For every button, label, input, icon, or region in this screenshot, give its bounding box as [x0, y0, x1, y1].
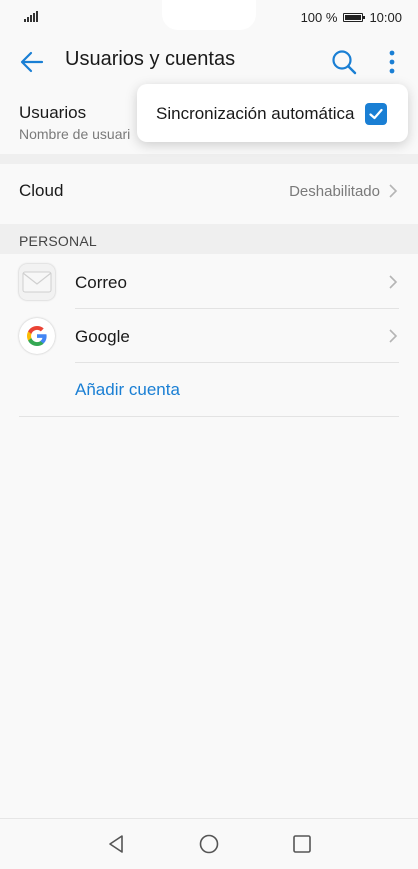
- cloud-row-value: Deshabilitado: [289, 183, 380, 200]
- overflow-popup-menu: Sincronización automática: [137, 84, 408, 142]
- account-row-google[interactable]: Google: [0, 309, 418, 363]
- nav-back-button[interactable]: [105, 833, 127, 855]
- divider: [19, 416, 399, 417]
- section-separator: [0, 154, 418, 164]
- section-header-label: PERSONAL: [19, 233, 97, 249]
- search-icon: [332, 50, 357, 75]
- account-row-correo[interactable]: Correo: [0, 255, 418, 309]
- status-right: 100 % 10:00: [301, 10, 402, 25]
- system-nav-bar: [0, 818, 418, 869]
- cloud-row-title: Cloud: [19, 181, 64, 200]
- chevron-right-icon: [389, 275, 398, 289]
- users-row-subtitle: Nombre de usuari: [19, 126, 131, 142]
- google-icon: [19, 318, 55, 354]
- circle-home-icon: [199, 834, 219, 854]
- clock: 10:00: [369, 9, 402, 25]
- mail-icon: [19, 264, 55, 300]
- auto-sync-checkbox[interactable]: [365, 103, 387, 125]
- page-title: Usuarios y cuentas: [65, 48, 236, 70]
- section-header-personal: PERSONAL: [0, 224, 418, 254]
- more-vert-icon: [389, 50, 395, 74]
- nav-home-button[interactable]: [198, 833, 220, 855]
- battery-icon: [343, 12, 366, 22]
- chevron-right-icon: [389, 329, 398, 343]
- back-arrow-icon: [20, 51, 44, 73]
- nav-recents-button[interactable]: [291, 833, 313, 855]
- square-recents-icon: [293, 835, 311, 853]
- signal-icon: [24, 10, 40, 25]
- battery-percent: 100 %: [300, 9, 338, 25]
- add-account-link[interactable]: Añadir cuenta: [75, 380, 180, 400]
- camera-notch: [162, 0, 256, 30]
- triangle-back-icon: [109, 835, 123, 853]
- back-button[interactable]: [18, 48, 46, 76]
- app-bar: Usuarios y cuentas: [0, 34, 418, 90]
- cloud-row[interactable]: Cloud Deshabilitado: [0, 164, 418, 218]
- account-label: Correo: [75, 273, 127, 292]
- chevron-right-icon: [389, 184, 398, 198]
- more-options-button[interactable]: [380, 48, 404, 76]
- auto-sync-label[interactable]: Sincronización automática: [156, 104, 354, 124]
- account-label: Google: [75, 327, 130, 346]
- check-icon: [369, 108, 383, 120]
- users-row-title: Usuarios: [19, 103, 87, 122]
- search-button[interactable]: [330, 48, 358, 76]
- divider: [75, 362, 399, 363]
